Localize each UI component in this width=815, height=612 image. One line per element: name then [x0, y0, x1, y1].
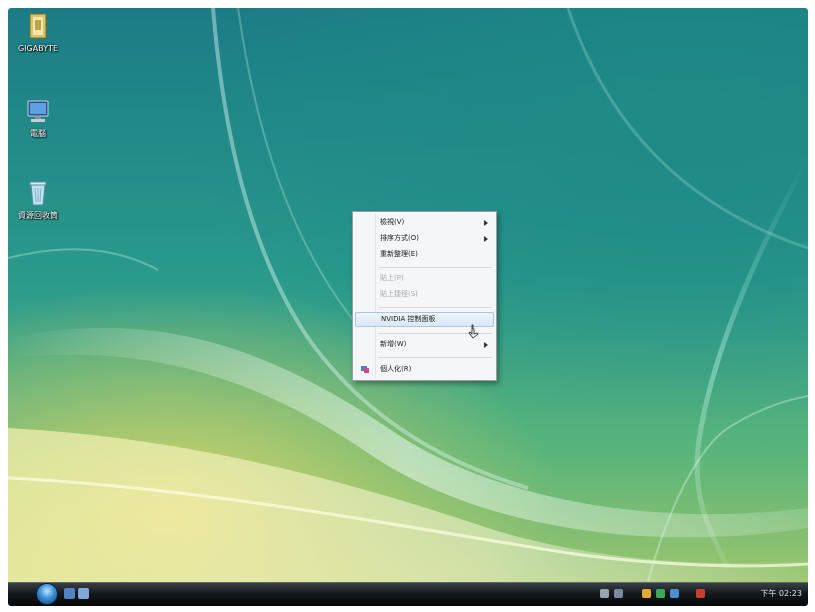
desktop-icon-label: GIGABYTE: [17, 44, 59, 53]
alert-icon[interactable]: [696, 589, 705, 598]
desktop-icon-recycle-bin[interactable]: 資源回收筒: [8, 178, 68, 221]
desktop-screen: GIGABYTE 電腦 資源回收筒 檢視(V) 排序方式(O) 重新整理(E) …: [8, 8, 808, 606]
folder-icon: [29, 13, 47, 39]
submenu-arrow-icon: [484, 342, 488, 348]
menu-item-label: NVIDIA 控制面板: [381, 315, 436, 323]
menu-item-label: 排序方式(O): [380, 234, 419, 242]
personalize-icon: [361, 366, 369, 373]
start-orb-icon[interactable]: [36, 583, 58, 605]
menu-item-label: 新增(W): [380, 340, 407, 348]
submenu-arrow-icon: [484, 236, 488, 242]
security-icon[interactable]: [642, 589, 651, 598]
submenu-arrow-icon: [484, 220, 488, 226]
menu-item-refresh[interactable]: 重新整理(E): [355, 247, 494, 262]
desktop-icon-computer[interactable]: 電腦: [8, 98, 68, 139]
volume-icon[interactable]: [614, 589, 623, 598]
update-icon[interactable]: [656, 589, 665, 598]
menu-separator: [378, 307, 492, 308]
taskbar: 下午 02:23: [8, 582, 808, 606]
computer-icon: [27, 100, 49, 122]
menu-item-label: 重新整理(E): [380, 250, 418, 258]
menu-item-label: 檢視(V): [380, 218, 405, 226]
taskbar-clock[interactable]: 下午 02:23: [760, 588, 802, 599]
menu-item-personalize[interactable]: 個人化(R): [355, 362, 494, 377]
recycle-bin-icon: [29, 181, 47, 206]
menu-item-paste-shortcut: 貼上捷徑(S): [355, 287, 494, 302]
desktop-icon-label: 電腦: [30, 129, 46, 138]
network-icon[interactable]: [600, 589, 609, 598]
menu-item-paste: 貼上(P): [355, 271, 494, 286]
menu-item-view[interactable]: 檢視(V): [355, 215, 494, 230]
menu-item-label: 貼上(P): [380, 274, 404, 282]
switch-windows-icon[interactable]: [78, 588, 89, 599]
menu-item-sort-by[interactable]: 排序方式(O): [355, 231, 494, 246]
system-tray: 下午 02:23: [598, 583, 808, 606]
menu-item-label: 個人化(R): [380, 365, 412, 373]
desktop-context-menu: 檢視(V) 排序方式(O) 重新整理(E) 貼上(P) 貼上捷徑(S) NVID…: [352, 211, 497, 381]
desktop-icon-label: 資源回收筒: [18, 211, 58, 220]
menu-separator: [378, 357, 492, 358]
desktop-icon-gigabyte[interactable]: GIGABYTE: [8, 12, 68, 53]
menu-item-label: 貼上捷徑(S): [380, 290, 418, 298]
mouse-cursor-icon: [468, 324, 479, 339]
power-icon[interactable]: [670, 589, 679, 598]
show-desktop-icon[interactable]: [64, 588, 75, 599]
menu-separator: [378, 267, 492, 268]
